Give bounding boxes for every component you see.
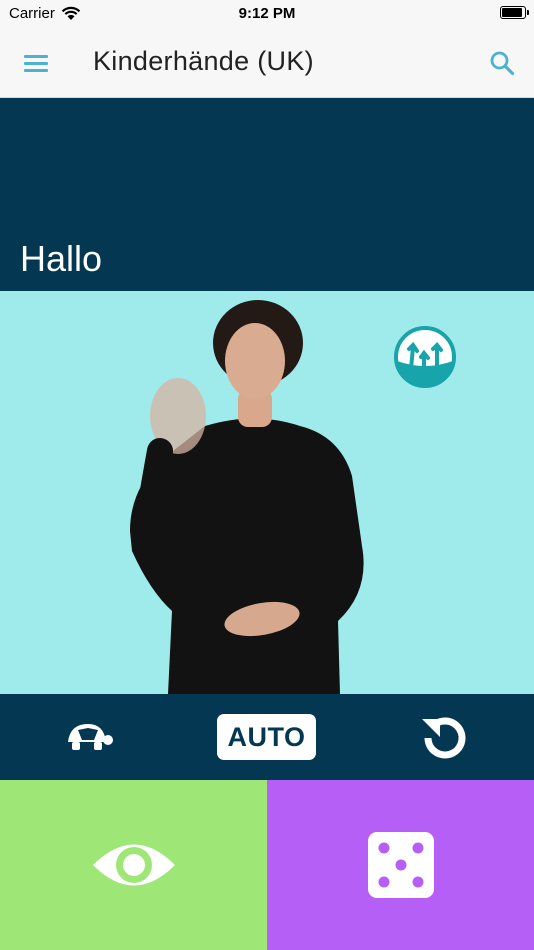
search-icon[interactable] <box>489 50 515 76</box>
auto-play-button[interactable]: AUTO <box>217 714 316 760</box>
replay-icon[interactable] <box>420 713 470 763</box>
status-bar: Carrier 9:12 PM <box>0 0 534 30</box>
status-time: 9:12 PM <box>238 5 296 22</box>
word-title: Hallo <box>20 238 103 279</box>
page-title: Kinderhände (UK) <box>93 46 314 76</box>
hands-logo-icon <box>394 326 456 388</box>
hamburger-menu-icon[interactable] <box>24 52 50 72</box>
sign-video[interactable] <box>0 291 534 694</box>
app-header: Kinderhände (UK) <box>0 30 534 98</box>
show-sign-tile[interactable] <box>0 780 267 950</box>
playback-controls: AUTO <box>0 694 534 780</box>
battery-level <box>502 8 522 17</box>
word-banner: Hallo <box>0 98 534 291</box>
eye-icon <box>93 844 175 886</box>
dice-icon <box>368 832 434 898</box>
random-sign-tile[interactable] <box>267 780 534 950</box>
battery-icon <box>500 6 529 19</box>
turtle-slow-icon[interactable] <box>64 718 114 754</box>
